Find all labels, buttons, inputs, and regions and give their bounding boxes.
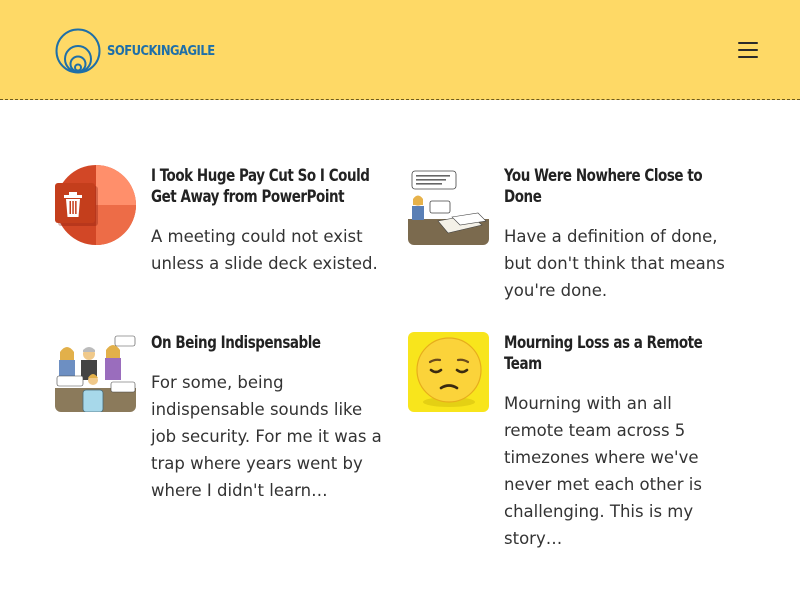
post-title[interactable]: I Took Huge Pay Cut So I Could Get Away … [151,166,380,208]
logo-text: SOFUCKINGAGILE [107,43,215,59]
team-comic-image[interactable] [55,332,136,412]
post-title[interactable]: You Were Nowhere Close to Done [504,166,724,208]
sad-emoji-image[interactable] [408,332,489,412]
post-excerpt: Have a definition of done, but don't thi… [504,227,725,300]
post-excerpt: A meeting could not exist unless a slide… [151,227,378,273]
site-logo[interactable]: SOFUCKINGAGILE [55,28,232,74]
site-header: SOFUCKINGAGILE [0,0,800,100]
post-excerpt: For some, being indispensable sounds lik… [151,373,382,500]
hamburger-menu-icon[interactable] [738,42,758,58]
meeting-comic-image[interactable] [408,165,489,245]
powerpoint-trash-icon[interactable] [55,165,136,245]
post-title[interactable]: On Being Indispensable [151,333,371,354]
logo-spiral-icon [55,28,101,74]
post-excerpt: Mourning with an all remote team across … [504,394,702,548]
post-title[interactable]: Mourning Loss as a Remote Team [504,333,724,375]
